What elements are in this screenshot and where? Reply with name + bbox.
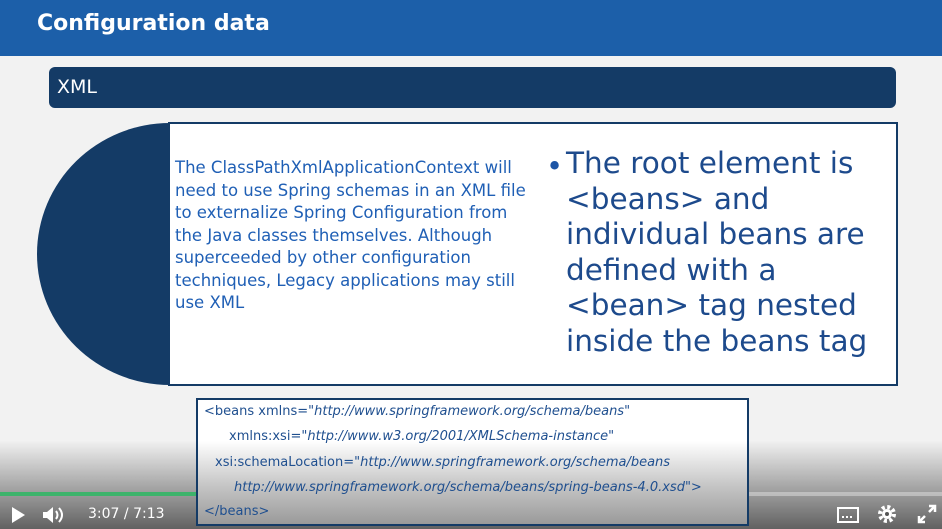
play-icon[interactable] (10, 506, 26, 524)
section-bar: XML (49, 67, 896, 108)
volume-icon[interactable] (42, 506, 66, 524)
description-text: The ClassPathXmlApplicationContext will … (175, 158, 526, 312)
fullscreen-icon[interactable] (917, 504, 937, 524)
time-display: 3:07 / 7:13 (88, 506, 165, 522)
content-box: The ClassPathXmlApplicationContext will … (168, 122, 898, 386)
code-line: http://www.springframework.org/schema/be… (234, 480, 702, 495)
code-line: xmlns:xsi="http://www.w3.org/2001/XMLSch… (229, 429, 615, 444)
subtitles-icon[interactable] (837, 506, 859, 524)
code-line: <beans xmlns="http://www.springframework… (204, 404, 631, 419)
section-label: XML (57, 76, 97, 98)
slide-title: Configuration data (37, 11, 270, 36)
slide-header: Configuration data (0, 0, 942, 56)
bullet-icon: • (546, 149, 564, 183)
bullet-text: The root element is <beans> and individu… (566, 146, 868, 358)
code-sample: <beans xmlns="http://www.springframework… (196, 398, 749, 526)
settings-gear-icon[interactable] (877, 504, 897, 524)
code-line: </beans> (204, 504, 270, 519)
code-line: xsi:schemaLocation="http://www.springfra… (215, 455, 671, 470)
